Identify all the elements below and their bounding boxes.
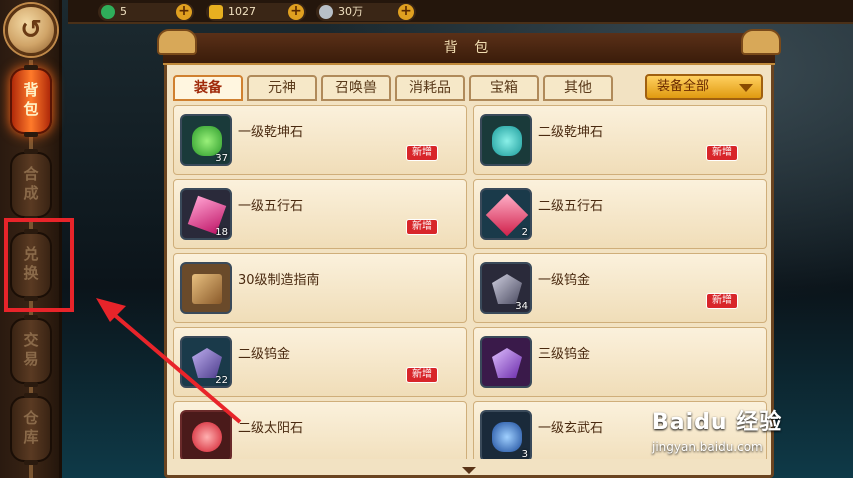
- item-icon: 18: [180, 188, 232, 240]
- item-cell[interactable]: 34 一级钨金 新增: [473, 253, 767, 323]
- new-badge: 新增: [406, 367, 438, 383]
- item-icon: [180, 410, 232, 459]
- corner-ornament-right: [741, 29, 781, 55]
- item-cell[interactable]: 18 一级五行石 新增: [173, 179, 467, 249]
- tab-spirit[interactable]: 元神: [247, 75, 317, 101]
- nav-item-label: 合成: [21, 166, 40, 204]
- resource-silver: 30万 +: [316, 3, 416, 21]
- item-icon: 34: [480, 262, 532, 314]
- item-name: 二级太阳石: [238, 421, 304, 436]
- new-badge: 新增: [706, 293, 738, 309]
- watermark-main: Baidu 经验: [652, 410, 783, 435]
- watermark-sub: jingyan.baidu.com: [652, 440, 763, 454]
- scroll-down-icon[interactable]: [462, 467, 476, 474]
- gem-icon: [192, 126, 222, 156]
- nav-item-synthesize[interactable]: 合成: [10, 149, 52, 221]
- back-button[interactable]: ↺: [5, 4, 57, 56]
- item-cell[interactable]: 22 二级钨金 新增: [173, 327, 467, 397]
- nav-item-bag[interactable]: 背包: [10, 65, 52, 137]
- item-cell[interactable]: 30级制造指南: [173, 253, 467, 323]
- tab-equipment[interactable]: 装备: [173, 75, 243, 101]
- item-count: 3: [521, 449, 528, 459]
- item-icon: [480, 114, 532, 166]
- item-count: 37: [215, 153, 228, 164]
- nav-item-label: 仓库: [21, 410, 40, 448]
- resource-jade-value: 5: [120, 5, 127, 18]
- scroll-icon: [192, 274, 222, 304]
- resource-jade: 5 +: [98, 3, 194, 21]
- filter-dropdown[interactable]: 装备全部: [645, 74, 763, 100]
- baidu-watermark: Baidu 经验 jingyan.baidu.com: [652, 404, 812, 460]
- panel-title: 背 包: [163, 33, 775, 65]
- crystal-icon: [192, 348, 222, 378]
- item-icon: 3: [480, 410, 532, 459]
- item-name: 一级五行石: [238, 199, 304, 214]
- item-icon: 2: [480, 188, 532, 240]
- tab-other[interactable]: 其他: [543, 75, 613, 101]
- crystal-icon: [492, 348, 522, 378]
- item-icon: [480, 336, 532, 388]
- resource-gold-value: 1027: [228, 5, 256, 18]
- item-count: 22: [215, 375, 228, 386]
- tab-summon[interactable]: 召唤兽: [321, 75, 391, 101]
- chevron-down-icon: [739, 84, 753, 92]
- silver-ingot-icon: [319, 5, 333, 19]
- item-cell[interactable]: 二级太阳石: [173, 401, 467, 459]
- item-cell[interactable]: 37 一级乾坤石 新增: [173, 105, 467, 175]
- item-cell[interactable]: 2 二级五行石: [473, 179, 767, 249]
- gem-icon: [492, 126, 522, 156]
- item-name: 二级乾坤石: [538, 125, 604, 140]
- corner-ornament-left: [157, 29, 197, 55]
- new-badge: 新增: [406, 219, 438, 235]
- sun-stone-icon: [192, 422, 222, 452]
- nav-item-trade[interactable]: 交易: [10, 315, 52, 387]
- jade-icon: [101, 5, 115, 19]
- item-name: 一级钨金: [538, 273, 591, 288]
- tab-chest[interactable]: 宝箱: [469, 75, 539, 101]
- resource-silver-value: 30万: [338, 5, 363, 18]
- filter-label: 装备全部: [657, 79, 710, 94]
- nav-item-warehouse[interactable]: 仓库: [10, 393, 52, 465]
- item-name: 二级钨金: [238, 347, 291, 362]
- item-count: 18: [215, 227, 228, 238]
- item-icon: 37: [180, 114, 232, 166]
- tab-consumables[interactable]: 消耗品: [395, 75, 465, 101]
- item-name: 三级钨金: [538, 347, 591, 362]
- gold-ingot-icon: [209, 5, 223, 19]
- new-badge: 新增: [406, 145, 438, 161]
- resource-bar: 5 + 1027 + 30万 +: [68, 0, 853, 24]
- annotation-highlight-box: [4, 218, 74, 312]
- back-arrow-icon: ↺: [20, 15, 42, 45]
- item-count: 2: [521, 227, 528, 238]
- item-icon: 22: [180, 336, 232, 388]
- item-icon: [180, 262, 232, 314]
- item-name: 一级玄武石: [538, 421, 604, 436]
- add-silver-button[interactable]: +: [398, 4, 414, 20]
- item-name: 一级乾坤石: [238, 125, 304, 140]
- item-cell[interactable]: 二级乾坤石 新增: [473, 105, 767, 175]
- item-cell[interactable]: 三级钨金: [473, 327, 767, 397]
- resource-gold: 1027 +: [206, 3, 306, 21]
- new-badge: 新增: [706, 145, 738, 161]
- crystal-icon: [492, 274, 522, 304]
- item-name: 30级制造指南: [238, 273, 320, 288]
- add-gold-button[interactable]: +: [288, 4, 304, 20]
- gem-icon: [492, 422, 522, 452]
- nav-item-label: 背包: [21, 82, 40, 120]
- item-name: 二级五行石: [538, 199, 604, 214]
- nav-item-label: 交易: [21, 332, 40, 370]
- item-count: 34: [515, 301, 528, 312]
- add-jade-button[interactable]: +: [176, 4, 192, 20]
